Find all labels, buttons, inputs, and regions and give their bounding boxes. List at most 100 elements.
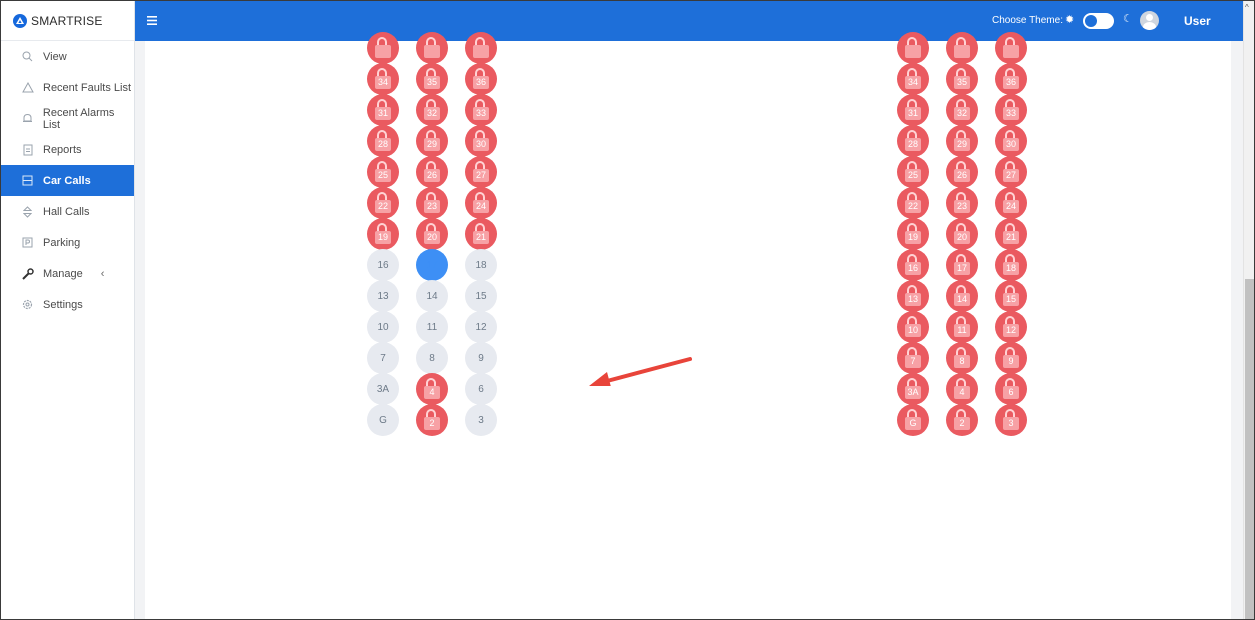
floor-button[interactable]: 2 [946, 404, 978, 436]
floor-button[interactable] [946, 32, 978, 64]
floor-button[interactable]: 35 [416, 63, 448, 95]
floor-label: 21 [1005, 232, 1016, 242]
vertical-scrollbar[interactable]: ^ [1243, 1, 1254, 619]
floor-button[interactable]: 23 [946, 187, 978, 219]
floor-button[interactable]: 4 [416, 373, 448, 405]
floor-button[interactable]: 19 [367, 218, 399, 250]
floor-button[interactable]: 17 [946, 249, 978, 281]
floor-button[interactable]: 24 [465, 187, 497, 219]
floor-button[interactable]: 29 [946, 125, 978, 157]
floor-button[interactable]: 30 [995, 125, 1027, 157]
floor-button[interactable]: G [897, 404, 929, 436]
floor-button[interactable]: 19 [897, 218, 929, 250]
floor-button[interactable]: 12 [465, 311, 497, 343]
gear-icon [21, 299, 34, 310]
floor-button[interactable]: 23 [416, 187, 448, 219]
floor-button[interactable]: 17 [416, 249, 448, 281]
floor-button[interactable]: 21 [995, 218, 1027, 250]
floor-button[interactable]: 6 [995, 373, 1027, 405]
sidebar-item-reports[interactable]: Reports [1, 134, 134, 165]
floor-button[interactable] [416, 32, 448, 64]
floor-button[interactable]: 12 [995, 311, 1027, 343]
floor-button[interactable]: 33 [995, 94, 1027, 126]
floor-button[interactable]: 20 [416, 218, 448, 250]
floor-button[interactable]: 15 [465, 280, 497, 312]
floor-button[interactable]: 34 [897, 63, 929, 95]
floor-button[interactable]: 8 [946, 342, 978, 374]
sidebar-item-recent-alarms[interactable]: Recent Alarms List [1, 103, 134, 134]
floor-button[interactable] [465, 32, 497, 64]
floor-button[interactable]: 21 [465, 218, 497, 250]
floor-button[interactable]: 3 [465, 404, 497, 436]
sidebar-item-manage[interactable]: Manage ‹ [1, 258, 134, 289]
floor-button[interactable]: 7 [367, 342, 399, 374]
sidebar-item-view[interactable]: View [1, 41, 134, 72]
floor-button[interactable]: 22 [367, 187, 399, 219]
floor-button[interactable]: 11 [946, 311, 978, 343]
floor-button[interactable]: 35 [946, 63, 978, 95]
floor-button[interactable]: 26 [416, 156, 448, 188]
floor-button[interactable]: 9 [995, 342, 1027, 374]
scrollbar-thumb[interactable] [1245, 279, 1254, 619]
floor-button[interactable] [995, 32, 1027, 64]
sidebar-item-parking[interactable]: Parking [1, 227, 134, 258]
floor-button[interactable]: 32 [416, 94, 448, 126]
floor-button[interactable]: 29 [416, 125, 448, 157]
floor-button[interactable]: 24 [995, 187, 1027, 219]
floor-button[interactable]: 36 [995, 63, 1027, 95]
avatar[interactable] [1140, 11, 1159, 30]
floor-button[interactable]: 11 [416, 311, 448, 343]
floor-button[interactable]: 16 [367, 249, 399, 281]
theme-toggle[interactable] [1083, 13, 1114, 29]
floor-button[interactable]: 6 [465, 373, 497, 405]
floor-button[interactable]: 25 [897, 156, 929, 188]
floor-button[interactable]: 10 [897, 311, 929, 343]
floor-button[interactable]: 13 [897, 280, 929, 312]
floor-button[interactable]: 32 [946, 94, 978, 126]
floor-button[interactable]: 2 [416, 404, 448, 436]
floor-button[interactable]: 18 [995, 249, 1027, 281]
floor-label: 9 [478, 352, 484, 364]
floor-button[interactable]: 7 [897, 342, 929, 374]
floor-label: 18 [1005, 263, 1016, 273]
floor-label: 8 [429, 352, 435, 364]
floor-button[interactable]: 14 [946, 280, 978, 312]
floor-button[interactable]: 28 [897, 125, 929, 157]
floor-button[interactable]: 18 [465, 249, 497, 281]
floor-button[interactable]: 10 [367, 311, 399, 343]
brand[interactable]: SMARTRISE [1, 1, 134, 41]
floor-button[interactable]: 22 [897, 187, 929, 219]
floor-button[interactable] [897, 32, 929, 64]
floor-button[interactable]: 34 [367, 63, 399, 95]
floor-button[interactable]: 14 [416, 280, 448, 312]
floor-button[interactable]: 20 [946, 218, 978, 250]
floor-button[interactable]: 27 [465, 156, 497, 188]
floor-button[interactable]: 9 [465, 342, 497, 374]
floor-button[interactable]: 25 [367, 156, 399, 188]
menu-toggle-icon[interactable] [147, 12, 157, 28]
floor-button[interactable]: 33 [465, 94, 497, 126]
floor-button[interactable]: 30 [465, 125, 497, 157]
floor-button[interactable]: 8 [416, 342, 448, 374]
floor-button[interactable]: 16 [897, 249, 929, 281]
user-menu[interactable]: User [1184, 14, 1211, 28]
scroll-up-icon[interactable]: ^ [1245, 3, 1249, 12]
floor-button[interactable]: 3A [897, 373, 929, 405]
floor-button[interactable] [367, 32, 399, 64]
floor-button[interactable]: 36 [465, 63, 497, 95]
floor-button[interactable]: 3 [995, 404, 1027, 436]
sidebar-item-hall-calls[interactable]: Hall Calls [1, 196, 134, 227]
floor-button[interactable]: 31 [367, 94, 399, 126]
floor-button[interactable]: 28 [367, 125, 399, 157]
sidebar-item-settings[interactable]: Settings [1, 289, 134, 320]
floor-button[interactable]: 13 [367, 280, 399, 312]
floor-button[interactable]: 15 [995, 280, 1027, 312]
floor-button[interactable]: 4 [946, 373, 978, 405]
sidebar-item-car-calls[interactable]: Car Calls [1, 165, 134, 196]
sidebar-item-recent-faults[interactable]: Recent Faults List [1, 72, 134, 103]
floor-button[interactable]: 3A [367, 373, 399, 405]
floor-button[interactable]: 31 [897, 94, 929, 126]
floor-button[interactable]: G [367, 404, 399, 436]
floor-button[interactable]: 27 [995, 156, 1027, 188]
floor-button[interactable]: 26 [946, 156, 978, 188]
